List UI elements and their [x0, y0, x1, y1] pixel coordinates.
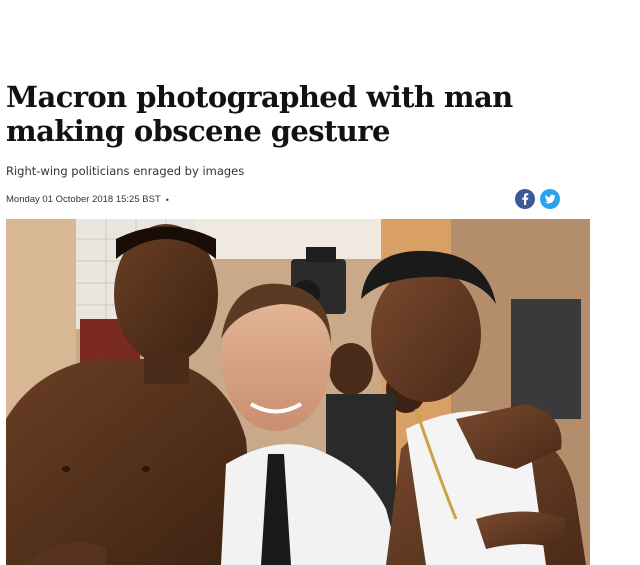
article-photo — [6, 219, 590, 565]
separator-dot: • — [165, 194, 169, 205]
twitter-share-button[interactable] — [540, 189, 560, 209]
twitter-icon — [544, 194, 556, 204]
facebook-share-button[interactable] — [515, 189, 535, 209]
article-dateline: Monday 01 October 2018 15:25 BST • ˙ — [6, 194, 177, 205]
facebook-icon — [522, 193, 529, 205]
publish-date: Monday 01 October 2018 15:25 BST — [6, 194, 161, 205]
article-standfirst: Right-wing politicians enraged by images — [6, 164, 245, 178]
share-bar — [515, 189, 560, 209]
news-photo-illustration — [6, 219, 590, 565]
separator-mark: ˙ — [173, 194, 177, 205]
article-headline: Macron photographed with man making obsc… — [6, 80, 513, 148]
